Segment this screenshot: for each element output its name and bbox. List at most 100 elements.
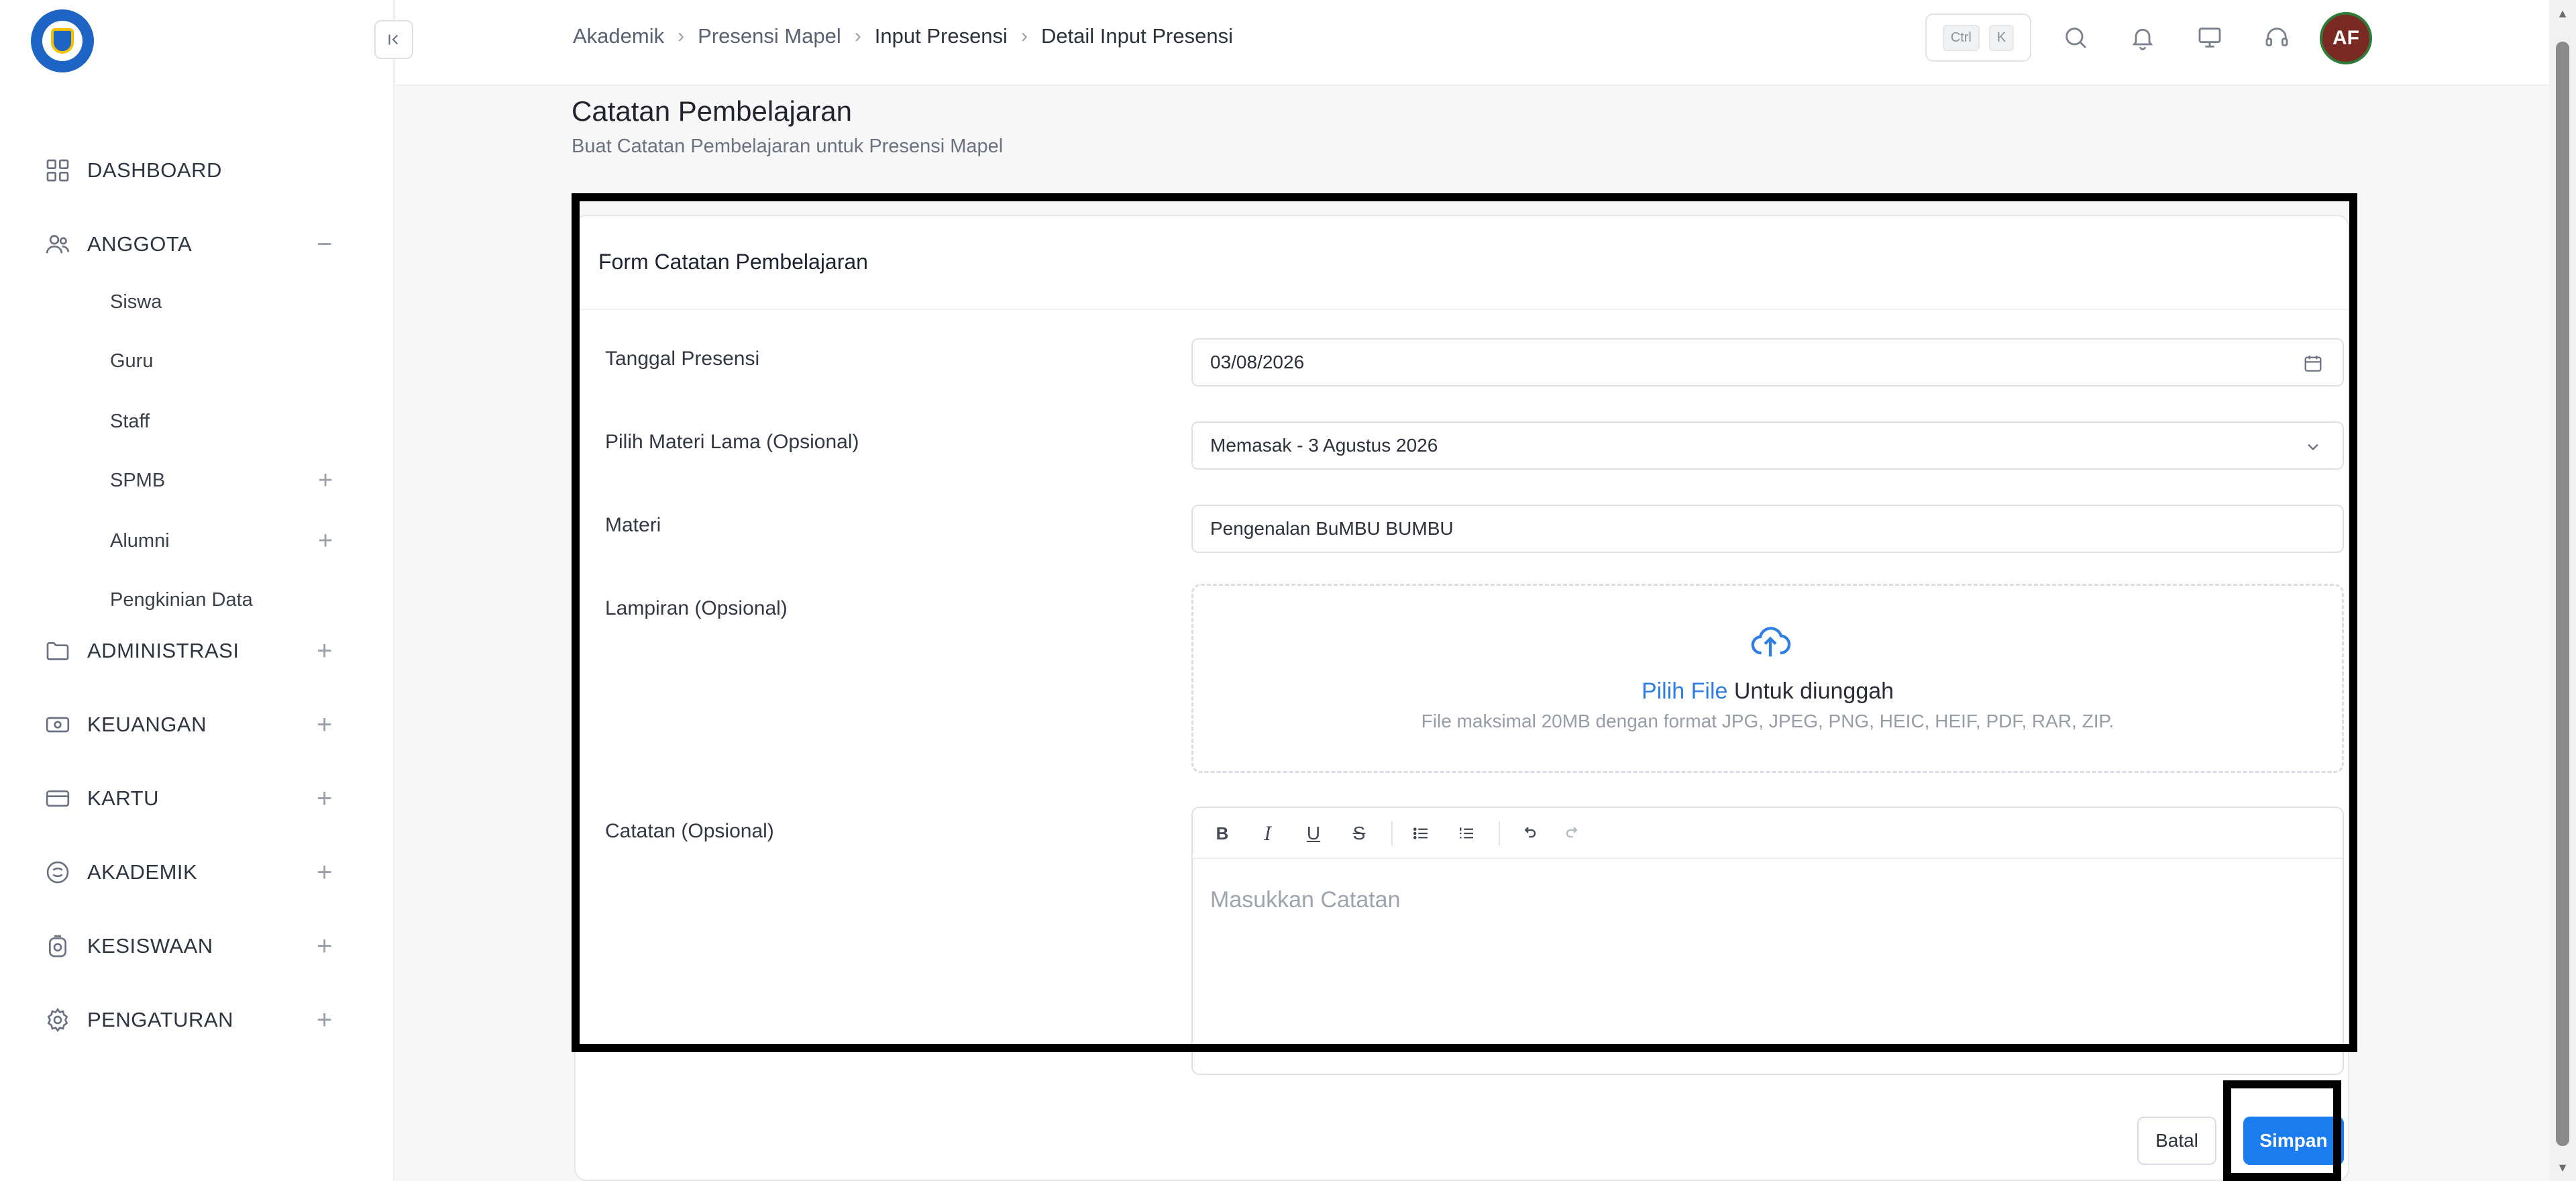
- materi-label: Materi: [605, 514, 661, 536]
- search-icon[interactable]: [2058, 20, 2093, 55]
- page-title: Catatan Pembelajaran: [572, 95, 852, 127]
- bell-icon[interactable]: [2125, 20, 2160, 55]
- expand-plus-icon[interactable]: +: [317, 1007, 332, 1033]
- folder-icon: [43, 636, 72, 666]
- sidebar-subitem-label: Alumni: [110, 529, 170, 552]
- calendar-icon[interactable]: [2301, 352, 2325, 376]
- users-icon: [43, 229, 72, 259]
- sidebar-item-administrasi[interactable]: ADMINISTRASI +: [0, 624, 394, 678]
- sidebar-subitem-label: Staff: [110, 410, 150, 432]
- expand-plus-icon[interactable]: +: [317, 637, 332, 664]
- expand-plus-icon[interactable]: +: [317, 785, 332, 812]
- catatan-placeholder: Masukkan Catatan: [1210, 887, 1401, 913]
- chevron-down-icon: [2301, 435, 2325, 459]
- sidebar-subitem-label: SPMB: [110, 469, 166, 491]
- italic-button[interactable]: I: [1254, 820, 1281, 847]
- lampiran-label: Lampiran (Opsional): [605, 597, 788, 619]
- catatan-rich-text-editor[interactable]: B I U S Masukkan Catatan: [1191, 807, 2344, 1075]
- sidebar-item-kesiswaan[interactable]: KESISWAAN +: [0, 919, 394, 973]
- bullet-list-icon[interactable]: [1407, 820, 1434, 847]
- sidebar-subitem-siswa[interactable]: Siswa: [0, 276, 394, 327]
- sidebar-item-keuangan[interactable]: KEUANGAN +: [0, 698, 394, 752]
- cloud-upload-icon: [1749, 621, 1792, 664]
- redo-icon[interactable]: [1560, 820, 1587, 847]
- chevron-right-icon: ›: [1020, 25, 1028, 47]
- scroll-up-icon[interactable]: ▲: [2555, 5, 2571, 21]
- breadcrumb-item[interactable]: Input Presensi: [875, 24, 1008, 48]
- materi-input[interactable]: Pengenalan BuMBU BUMBU: [1191, 505, 2344, 553]
- expand-plus-icon[interactable]: +: [318, 468, 333, 493]
- sidebar-subitem-label: Pengkinian Data: [110, 588, 253, 611]
- expand-plus-icon[interactable]: +: [318, 528, 333, 554]
- upload-hint: File maksimal 20MB dengan format JPG, JP…: [1421, 711, 2114, 731]
- money-icon: [43, 710, 72, 739]
- shortcut-key: K: [1988, 24, 2015, 51]
- sidebar-item-akademik[interactable]: AKADEMIK +: [0, 845, 394, 899]
- undo-icon[interactable]: [1515, 820, 1542, 847]
- dashboard-grid-icon: [43, 156, 72, 185]
- form-title: Form Catatan Pembelajaran: [598, 250, 868, 274]
- materi-value: Pengenalan BuMBU BUMBU: [1210, 518, 1454, 539]
- sidebar-subitem-staff[interactable]: Staff: [0, 396, 394, 447]
- sidebar-subitem-pengkinian-data[interactable]: Pengkinian Data: [0, 574, 394, 625]
- student-icon: [43, 931, 72, 961]
- sidebar-item-kartu[interactable]: KARTU +: [0, 772, 394, 825]
- choose-file-link[interactable]: Pilih File: [1642, 678, 1727, 704]
- sidebar: DASHBOARD ANGGOTA − Siswa Guru Staff SPM…: [0, 0, 394, 1181]
- materi-lama-select[interactable]: Memasak - 3 Agustus 2026: [1191, 421, 2344, 470]
- sidebar-item-label: KARTU: [87, 786, 160, 810]
- collapse-minus-icon[interactable]: −: [317, 231, 332, 258]
- scrollbar-thumb[interactable]: [2556, 42, 2569, 1146]
- headset-support-icon[interactable]: [2259, 20, 2294, 55]
- batal-button[interactable]: Batal: [2137, 1117, 2216, 1165]
- expand-plus-icon[interactable]: +: [317, 933, 332, 960]
- breadcrumb-current: Detail Input Presensi: [1040, 24, 1233, 48]
- page-scrollbar[interactable]: ▲ ▼: [2549, 0, 2576, 1181]
- file-upload-dropzone[interactable]: Pilih File Untuk diunggah File maksimal …: [1191, 584, 2344, 773]
- numbered-list-icon[interactable]: [1453, 820, 1480, 847]
- sidebar-item-label: DASHBOARD: [87, 158, 222, 182]
- tanggal-presensi-field[interactable]: 03/08/2026: [1191, 338, 2344, 387]
- page-subtitle: Buat Catatan Pembelajaran untuk Presensi…: [572, 136, 1004, 157]
- materi-lama-label: Pilih Materi Lama (Opsional): [605, 431, 859, 453]
- card-icon: [43, 784, 72, 813]
- avatar[interactable]: AF: [2320, 12, 2372, 64]
- strikethrough-button[interactable]: S: [1346, 820, 1373, 847]
- underline-button[interactable]: U: [1300, 820, 1327, 847]
- sidebar-collapse-button[interactable]: [374, 20, 413, 59]
- academic-icon: [43, 858, 72, 887]
- sidebar-subitem-guru[interactable]: Guru: [0, 336, 394, 387]
- sidebar-item-pengaturan[interactable]: PENGATURAN +: [0, 993, 394, 1047]
- sidebar-item-label: PENGATURAN: [87, 1008, 234, 1031]
- chevron-right-icon: ›: [678, 25, 685, 47]
- toolbar-divider: [1391, 821, 1393, 845]
- simpan-button[interactable]: Simpan: [2243, 1117, 2344, 1165]
- school-logo[interactable]: [31, 9, 94, 72]
- command-search-shortcut[interactable]: Ctrl K: [1925, 13, 2031, 62]
- card-header: Form Catatan Pembelajaran: [576, 216, 2348, 310]
- breadcrumb: Akademik › Presensi Mapel › Input Presen…: [573, 24, 1233, 48]
- expand-plus-icon[interactable]: +: [317, 711, 332, 738]
- sidebar-item-label: KEUANGAN: [87, 713, 207, 736]
- catatan-label: Catatan (Opsional): [605, 820, 774, 842]
- bold-button[interactable]: B: [1209, 820, 1236, 847]
- tanggal-presensi-value: 03/08/2026: [1210, 352, 1305, 372]
- upload-prompt: Pilih File Untuk diunggah: [1193, 678, 2342, 705]
- scroll-down-icon[interactable]: ▼: [2555, 1160, 2571, 1176]
- sidebar-subitem-alumni[interactable]: Alumni +: [0, 515, 394, 566]
- materi-lama-value: Memasak - 3 Agustus 2026: [1210, 435, 1438, 456]
- sidebar-item-dashboard[interactable]: DASHBOARD: [0, 144, 394, 197]
- top-bar: Akademik › Presensi Mapel › Input Presen…: [396, 0, 2549, 86]
- sidebar-item-label: KESISWAAN: [87, 934, 213, 958]
- breadcrumb-item[interactable]: Presensi Mapel: [698, 24, 841, 48]
- editor-toolbar: B I U S: [1193, 808, 2343, 859]
- tanggal-presensi-label: Tanggal Presensi: [605, 348, 760, 370]
- expand-plus-icon[interactable]: +: [317, 859, 332, 886]
- sidebar-item-anggota[interactable]: ANGGOTA −: [0, 217, 394, 271]
- upload-prompt-text: Untuk diunggah: [1727, 678, 1894, 704]
- sidebar-item-label: AKADEMIK: [87, 860, 198, 884]
- sidebar-subitem-spmb[interactable]: SPMB +: [0, 455, 394, 506]
- toolbar-divider: [1499, 821, 1500, 845]
- monitor-icon[interactable]: [2192, 20, 2227, 55]
- breadcrumb-item[interactable]: Akademik: [573, 24, 664, 48]
